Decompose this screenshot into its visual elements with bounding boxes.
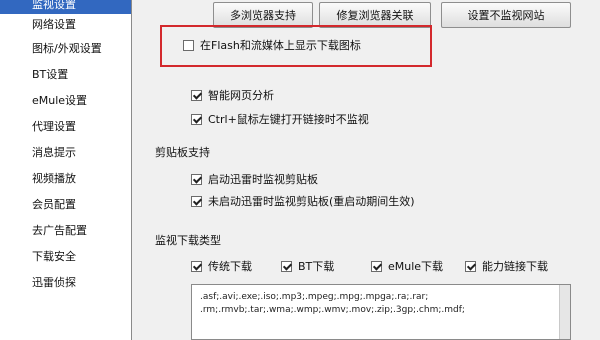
- sidebar-item-member-config[interactable]: 会员配置: [0, 196, 131, 214]
- type-traditional-checkbox[interactable]: [191, 261, 202, 272]
- type-bt-option[interactable]: BT下载: [281, 259, 334, 275]
- clipboard-not-started-checkbox[interactable]: [191, 196, 202, 207]
- sidebar-item-download-security[interactable]: 下载安全: [0, 248, 131, 266]
- extensions-scrollbar[interactable]: [559, 285, 570, 339]
- flash-download-icon-checkbox[interactable]: [183, 40, 194, 51]
- type-power-link-checkbox[interactable]: [465, 261, 476, 272]
- type-traditional-option[interactable]: 传统下载: [191, 259, 252, 275]
- type-emule-option[interactable]: eMule下载: [371, 259, 443, 275]
- type-bt-label: BT下载: [298, 260, 335, 273]
- settings-sidebar: 监视设置 网络设置 图标/外观设置 BT设置 eMule设置 代理设置 消息提示…: [0, 0, 132, 340]
- file-extensions-textarea[interactable]: .asf;.avi;.exe;.iso;.mp3;.mpeg;.mpg;.mpg…: [191, 284, 571, 340]
- monitor-settings-panel: 多浏览器支持 修复浏览器关联 设置不监视网站 在Flash和流媒体上显示下载图标…: [133, 0, 600, 340]
- clipboard-not-started-option[interactable]: 未启动迅雷时监视剪贴板(重启动期间生效): [191, 194, 415, 210]
- type-emule-checkbox[interactable]: [371, 261, 382, 272]
- clipboard-section-title: 剪贴板支持: [155, 146, 210, 159]
- type-power-link-option[interactable]: 能力链接下载: [465, 259, 548, 275]
- clipboard-on-start-label: 启动迅雷时监视剪贴板: [208, 173, 318, 186]
- download-types-section-title: 监视下载类型: [155, 234, 221, 247]
- clipboard-on-start-checkbox[interactable]: [191, 174, 202, 185]
- ctrl-click-no-monitor-label: Ctrl+鼠标左键打开链接时不监视: [208, 113, 369, 126]
- sidebar-item-emule-settings[interactable]: eMule设置: [0, 92, 131, 110]
- smart-page-analysis-option[interactable]: 智能网页分析: [191, 88, 274, 104]
- file-extensions-line: .rm;.rmvb;.tar;.wma;.wmp;.wmv;.mov;.zip;…: [200, 305, 465, 315]
- smart-page-analysis-label: 智能网页分析: [208, 89, 274, 102]
- no-monitor-sites-button[interactable]: 设置不监视网站: [441, 2, 571, 28]
- sidebar-item-icon-appearance[interactable]: 图标/外观设置: [0, 40, 131, 58]
- sidebar-item-bt-settings[interactable]: BT设置: [0, 66, 131, 84]
- type-power-link-label: 能力链接下载: [482, 260, 548, 273]
- type-bt-checkbox[interactable]: [281, 261, 292, 272]
- type-traditional-label: 传统下载: [208, 260, 252, 273]
- sidebar-item-ad-block-config[interactable]: 去广告配置: [0, 222, 131, 240]
- clipboard-not-started-label: 未启动迅雷时监视剪贴板(重启动期间生效): [208, 195, 415, 208]
- file-extensions-line: .asf;.avi;.exe;.iso;.mp3;.mpeg;.mpg;.mpg…: [200, 292, 429, 302]
- clipboard-on-start-option[interactable]: 启动迅雷时监视剪贴板: [191, 172, 318, 188]
- sidebar-item-thunder-detective[interactable]: 迅雷侦探: [0, 274, 131, 292]
- sidebar-item-message-tips[interactable]: 消息提示: [0, 144, 131, 162]
- sidebar-item-proxy-settings[interactable]: 代理设置: [0, 118, 131, 136]
- sidebar-item-monitor-settings[interactable]: 监视设置: [0, 0, 131, 14]
- flash-download-icon-label: 在Flash和流媒体上显示下载图标: [200, 39, 361, 52]
- ctrl-click-no-monitor-checkbox[interactable]: [191, 114, 202, 125]
- sidebar-item-video-playback[interactable]: 视频播放: [0, 170, 131, 188]
- type-emule-label: eMule下载: [388, 260, 444, 273]
- flash-download-icon-option[interactable]: 在Flash和流媒体上显示下载图标: [183, 38, 361, 54]
- ctrl-click-no-monitor-option[interactable]: Ctrl+鼠标左键打开链接时不监视: [191, 112, 369, 128]
- sidebar-item-network-settings[interactable]: 网络设置: [0, 16, 131, 34]
- smart-page-analysis-checkbox[interactable]: [191, 90, 202, 101]
